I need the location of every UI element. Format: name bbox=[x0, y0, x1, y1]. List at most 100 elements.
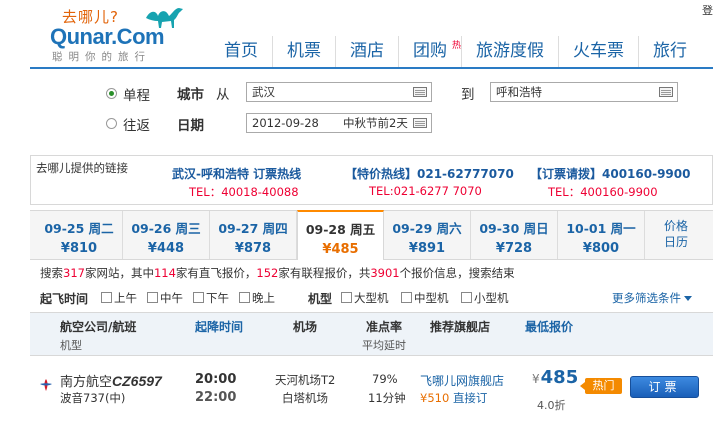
checkbox[interactable] bbox=[401, 292, 412, 303]
summary-text: 家网站，其中 bbox=[84, 266, 154, 280]
main-nav: 首页 机票 酒店 团购热 旅游度假 火车票 旅行 bbox=[210, 36, 701, 68]
date-tab-date: 09-26 周三 bbox=[131, 221, 201, 236]
date-tab-price: ¥800 bbox=[582, 241, 620, 256]
currency-symbol: ¥ bbox=[532, 372, 540, 386]
aircraft-filter-medium[interactable]: 中型机 bbox=[401, 290, 449, 306]
discount: 4.0折 bbox=[537, 399, 566, 412]
nav-vacation[interactable]: 旅游度假 bbox=[461, 36, 558, 68]
nav-hotels[interactable]: 酒店 bbox=[335, 36, 398, 68]
date-tab-price: ¥878 bbox=[234, 241, 272, 256]
time-filter-morning[interactable]: 上午 bbox=[101, 290, 137, 306]
book-button[interactable]: 订票 bbox=[630, 376, 699, 398]
header-divider bbox=[30, 67, 713, 69]
hotline-tel-1[interactable]: TEL：40018-40088 bbox=[189, 184, 299, 200]
to-city-input[interactable]: 呼和浩特 bbox=[490, 82, 678, 102]
col-delay: 平均延时 bbox=[362, 339, 406, 352]
date-tab-price: ¥448 bbox=[147, 241, 185, 256]
time-filter-evening[interactable]: 晚上 bbox=[239, 290, 275, 306]
date-tab-date: 09-30 周日 bbox=[479, 221, 549, 236]
nav-travel[interactable]: 旅行 bbox=[638, 36, 701, 68]
summary-text: 家有直飞报价， bbox=[175, 266, 257, 280]
price-calendar-line1: 价格 bbox=[664, 219, 689, 233]
chevron-down-icon bbox=[684, 296, 692, 301]
nav-groupbuy[interactable]: 团购热 bbox=[398, 36, 461, 68]
aircraft-filter-large[interactable]: 大型机 bbox=[341, 290, 389, 306]
store-direct-book[interactable]: 直接订 bbox=[453, 391, 488, 405]
nav-train[interactable]: 火车票 bbox=[558, 36, 638, 68]
hotline-link-1[interactable]: 武汉-呼和浩特 订票热线 bbox=[172, 165, 301, 182]
more-filters-label: 更多筛选条件 bbox=[612, 291, 681, 305]
time-filter-label: 中午 bbox=[160, 291, 183, 305]
date-tab-date: 09-25 周二 bbox=[44, 221, 114, 236]
one-way-radio[interactable] bbox=[106, 88, 117, 99]
search-summary: 搜索317家网站，其中114家有直飞报价，152家有联程报价，共3901个报价信… bbox=[40, 265, 515, 281]
checkbox[interactable] bbox=[193, 292, 204, 303]
hotline-link-3[interactable]: 【订票请拨】400160-9900 bbox=[530, 165, 690, 182]
date-value: 2012-09-28 bbox=[252, 116, 319, 130]
hotline-tel-3[interactable]: TEL：400160-9900 bbox=[548, 184, 658, 200]
store-offer[interactable]: ¥510 直接订 bbox=[420, 390, 487, 406]
aircraft-filter-small[interactable]: 小型机 bbox=[461, 290, 509, 306]
date-label: 日期 bbox=[177, 118, 204, 134]
price-calendar-link[interactable]: 价格 日历 bbox=[664, 218, 688, 250]
hot-badge: 热 bbox=[451, 41, 461, 51]
date-tab[interactable]: 09-26 周三 ¥448 bbox=[123, 211, 210, 259]
date-tab-selected[interactable]: 09-28 周五 ¥485 bbox=[297, 210, 384, 260]
hotline-link-2[interactable]: 【特价热线】021-62777070 bbox=[345, 165, 514, 182]
date-tab-price: ¥810 bbox=[60, 241, 98, 256]
col-airline: 航空公司/航班 bbox=[60, 320, 137, 334]
checkbox[interactable] bbox=[101, 292, 112, 303]
aircraft-filter-label: 大型机 bbox=[354, 291, 389, 305]
lowest-price[interactable]: ¥485 bbox=[532, 367, 578, 388]
time-filter-afternoon[interactable]: 下午 bbox=[193, 290, 229, 306]
summary-direct-count: 114 bbox=[153, 266, 176, 280]
sponsored-links-title: 去哪儿提供的链接 bbox=[36, 161, 128, 175]
checkbox[interactable] bbox=[239, 292, 250, 303]
nav-vacation-label: 旅游度假 bbox=[476, 41, 544, 61]
checkbox[interactable] bbox=[341, 292, 352, 303]
login-link[interactable]: 登 bbox=[702, 2, 713, 18]
round-trip-label[interactable]: 往返 bbox=[123, 114, 150, 134]
from-city-input[interactable]: 武汉 bbox=[246, 82, 432, 102]
logo-wordmark[interactable]: Qunar.Com bbox=[50, 24, 165, 50]
summary-total-count: 3901 bbox=[370, 266, 400, 280]
date-note: 中秋节前2天 bbox=[343, 116, 408, 130]
store-link[interactable]: 飞哪儿网旗舰店 bbox=[420, 372, 504, 389]
to-label: 到 bbox=[461, 87, 475, 103]
city-picker-icon[interactable] bbox=[413, 87, 427, 97]
col-time-sort[interactable]: 起降时间 bbox=[195, 318, 243, 335]
city-label: 城市 bbox=[177, 87, 204, 103]
aircraft-filter-label: 机型 bbox=[308, 292, 333, 306]
average-delay: 11分钟 bbox=[368, 391, 406, 405]
date-input[interactable]: 2012-09-28 中秋节前2天 bbox=[246, 113, 432, 133]
date-tab-date: 09-27 周四 bbox=[218, 221, 288, 236]
more-filters-link[interactable]: 更多筛选条件 bbox=[612, 290, 692, 306]
aircraft-filter-label: 中型机 bbox=[414, 291, 449, 305]
date-tab-price: ¥728 bbox=[495, 241, 533, 256]
date-tab[interactable]: 09-27 周四 ¥878 bbox=[210, 211, 297, 259]
ontime-rate: 79% bbox=[372, 372, 398, 386]
time-filter-noon[interactable]: 中午 bbox=[147, 290, 183, 306]
flight-number: CZ6597 bbox=[112, 373, 162, 389]
one-way-label[interactable]: 单程 bbox=[123, 84, 150, 104]
departure-time: 20:00 bbox=[195, 372, 237, 387]
nav-flights[interactable]: 机票 bbox=[272, 36, 335, 68]
date-tab[interactable]: 10-01 周一 ¥800 bbox=[558, 211, 645, 259]
from-label: 从 bbox=[216, 87, 230, 103]
hotline-tel-2[interactable]: TEL:021-6277 7070 bbox=[369, 184, 482, 198]
calendar-icon[interactable] bbox=[413, 118, 427, 128]
checkbox[interactable] bbox=[461, 292, 472, 303]
nav-home[interactable]: 首页 bbox=[210, 36, 272, 68]
city-picker-icon[interactable] bbox=[659, 87, 673, 97]
checkbox[interactable] bbox=[147, 292, 158, 303]
price-calendar-line2: 日历 bbox=[664, 235, 689, 249]
date-tab[interactable]: 09-29 周六 ¥891 bbox=[384, 211, 471, 259]
time-filter-label: 晚上 bbox=[252, 291, 275, 305]
col-price-sort[interactable]: 最低报价 bbox=[525, 318, 573, 335]
logo-subtitle: 聪明你的旅行 bbox=[52, 51, 151, 63]
store-price: ¥510 bbox=[420, 391, 450, 405]
date-tab[interactable]: 09-25 周二 ¥810 bbox=[36, 211, 123, 259]
date-tab[interactable]: 09-30 周日 ¥728 bbox=[471, 211, 558, 259]
round-trip-radio[interactable] bbox=[106, 118, 117, 129]
time-filter-label: 上午 bbox=[114, 291, 137, 305]
